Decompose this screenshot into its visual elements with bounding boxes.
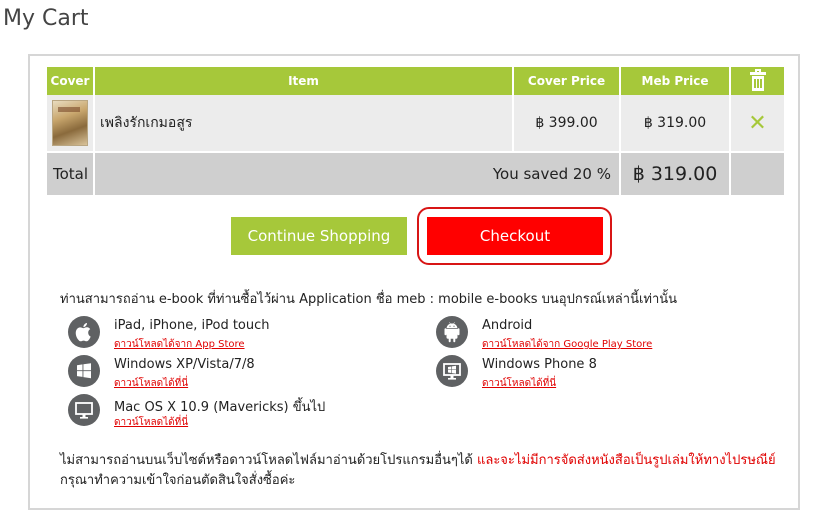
book-cover-image[interactable] xyxy=(52,100,88,146)
total-label: Total xyxy=(47,152,95,195)
header-item: Item xyxy=(94,67,514,95)
total-amount: ฿ 319.00 xyxy=(620,152,731,195)
download-link-windows[interactable]: ดาวน์โหลดได้ที่นี่ xyxy=(114,376,188,391)
saved-text: You saved 20 % xyxy=(94,152,621,195)
header-cover: Cover xyxy=(47,67,95,95)
android-icon xyxy=(436,316,468,348)
cart-header-row: Cover Item Cover Price Meb Price xyxy=(47,67,784,95)
download-link-google-play[interactable]: ดาวน์โหลดได้จาก Google Play Store xyxy=(482,337,652,352)
remove-item-icon[interactable]: ✕ xyxy=(731,111,784,136)
cart-table: Cover Item Cover Price Meb Price เพลิงรั… xyxy=(47,67,784,195)
download-link-app-store[interactable]: ดาวน์โหลดได้จาก App Store xyxy=(114,337,245,352)
platform-name: Android xyxy=(482,318,533,333)
item-remove-cell: ✕ xyxy=(730,95,784,153)
windows-icon xyxy=(68,355,100,387)
reading-restriction-note: ไม่สามารถอ่านบนเว็บไซต์หรือดาวน์โหลดไฟล์… xyxy=(60,451,780,491)
checkout-button[interactable]: Checkout xyxy=(427,217,603,255)
download-link-mac[interactable]: ดาวน์โหลดได้ที่นี่ xyxy=(114,415,188,430)
platform-name: iPad, iPhone, iPod touch xyxy=(114,318,270,333)
header-meb-price: Meb Price xyxy=(620,67,731,95)
item-meb-price: ฿ 319.00 xyxy=(620,95,731,153)
monitor-icon xyxy=(436,355,468,387)
header-cover-price: Cover Price xyxy=(513,67,621,95)
platform-name: Windows XP/Vista/7/8 xyxy=(114,357,255,372)
header-remove xyxy=(730,67,784,95)
trash-icon xyxy=(749,69,766,91)
monitor-icon xyxy=(68,394,100,426)
apple-icon xyxy=(68,316,100,348)
apps-intro-text: ท่านสามารถอ่าน e-book ที่ท่านซื้อไว้ผ่าน… xyxy=(60,292,678,307)
note-tail-text: กรุณาทำความเข้าใจก่อนตัดสินใจสั่งซื้อค่ะ xyxy=(60,473,296,488)
cart-item-row: เพลิงรักเกมอสูร ฿ 399.00 ฿ 319.00 ✕ xyxy=(47,95,784,153)
download-link-windows-phone[interactable]: ดาวน์โหลดได้ที่นี่ xyxy=(482,376,556,391)
item-cover-cell xyxy=(47,95,95,153)
platform-name: Windows Phone 8 xyxy=(482,357,597,372)
continue-shopping-button[interactable]: Continue Shopping xyxy=(231,217,407,255)
item-cover-price: ฿ 399.00 xyxy=(513,95,621,153)
page-title: My Cart xyxy=(3,6,89,31)
cart-panel: Cover Item Cover Price Meb Price เพลิงรั… xyxy=(28,54,800,510)
platform-name: Mac OS X 10.9 (Mavericks) ขึ้นไป xyxy=(114,400,326,415)
item-title[interactable]: เพลิงรักเกมอสูร xyxy=(94,95,514,153)
note-warning-text: และจะไม่มีการจัดส่งหนังสือเป็นรูปเล่มให้… xyxy=(476,453,776,468)
note-text: ไม่สามารถอ่านบนเว็บไซต์หรือดาวน์โหลดไฟล์… xyxy=(60,453,477,468)
cart-total-row: Total You saved 20 % ฿ 319.00 xyxy=(47,152,784,195)
total-empty-cell xyxy=(730,152,784,195)
